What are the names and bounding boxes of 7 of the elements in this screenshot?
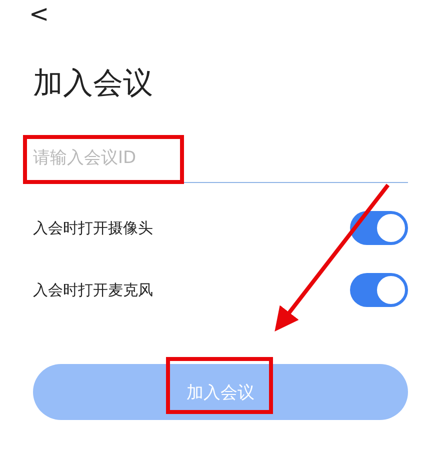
page-title: 加入会议 xyxy=(33,65,154,103)
toggle-switch[interactable] xyxy=(350,211,408,245)
option-label: 入会时打开麦克风 xyxy=(33,280,153,300)
back-button[interactable]: < xyxy=(23,0,56,28)
toggle-switch[interactable] xyxy=(350,273,408,307)
option-label: 入会时打开摄像头 xyxy=(33,218,153,238)
meeting-id-field[interactable]: 请输入会议ID xyxy=(33,142,408,183)
